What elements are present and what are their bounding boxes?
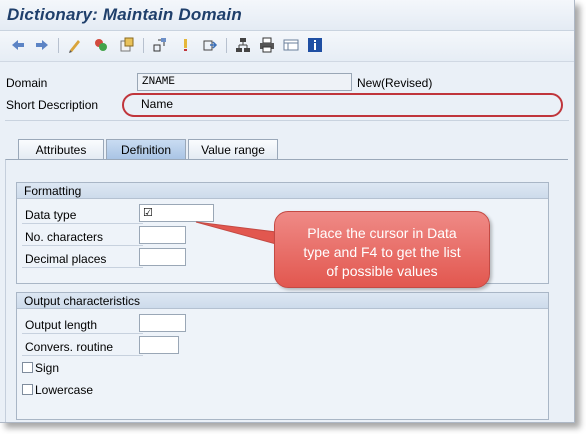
callout-text: Place the cursor in Data type and F4 to … [275, 224, 489, 281]
tooltip-callout: Place the cursor in Data type and F4 to … [274, 211, 490, 288]
sap-window: Dictionary: Maintain Domain Domain ZNAME… [0, 0, 575, 423]
callout-line: Place the cursor in Data [307, 225, 457, 241]
callout-line: of possible values [326, 263, 438, 279]
callout-line: type and F4 to get the list [303, 244, 461, 260]
